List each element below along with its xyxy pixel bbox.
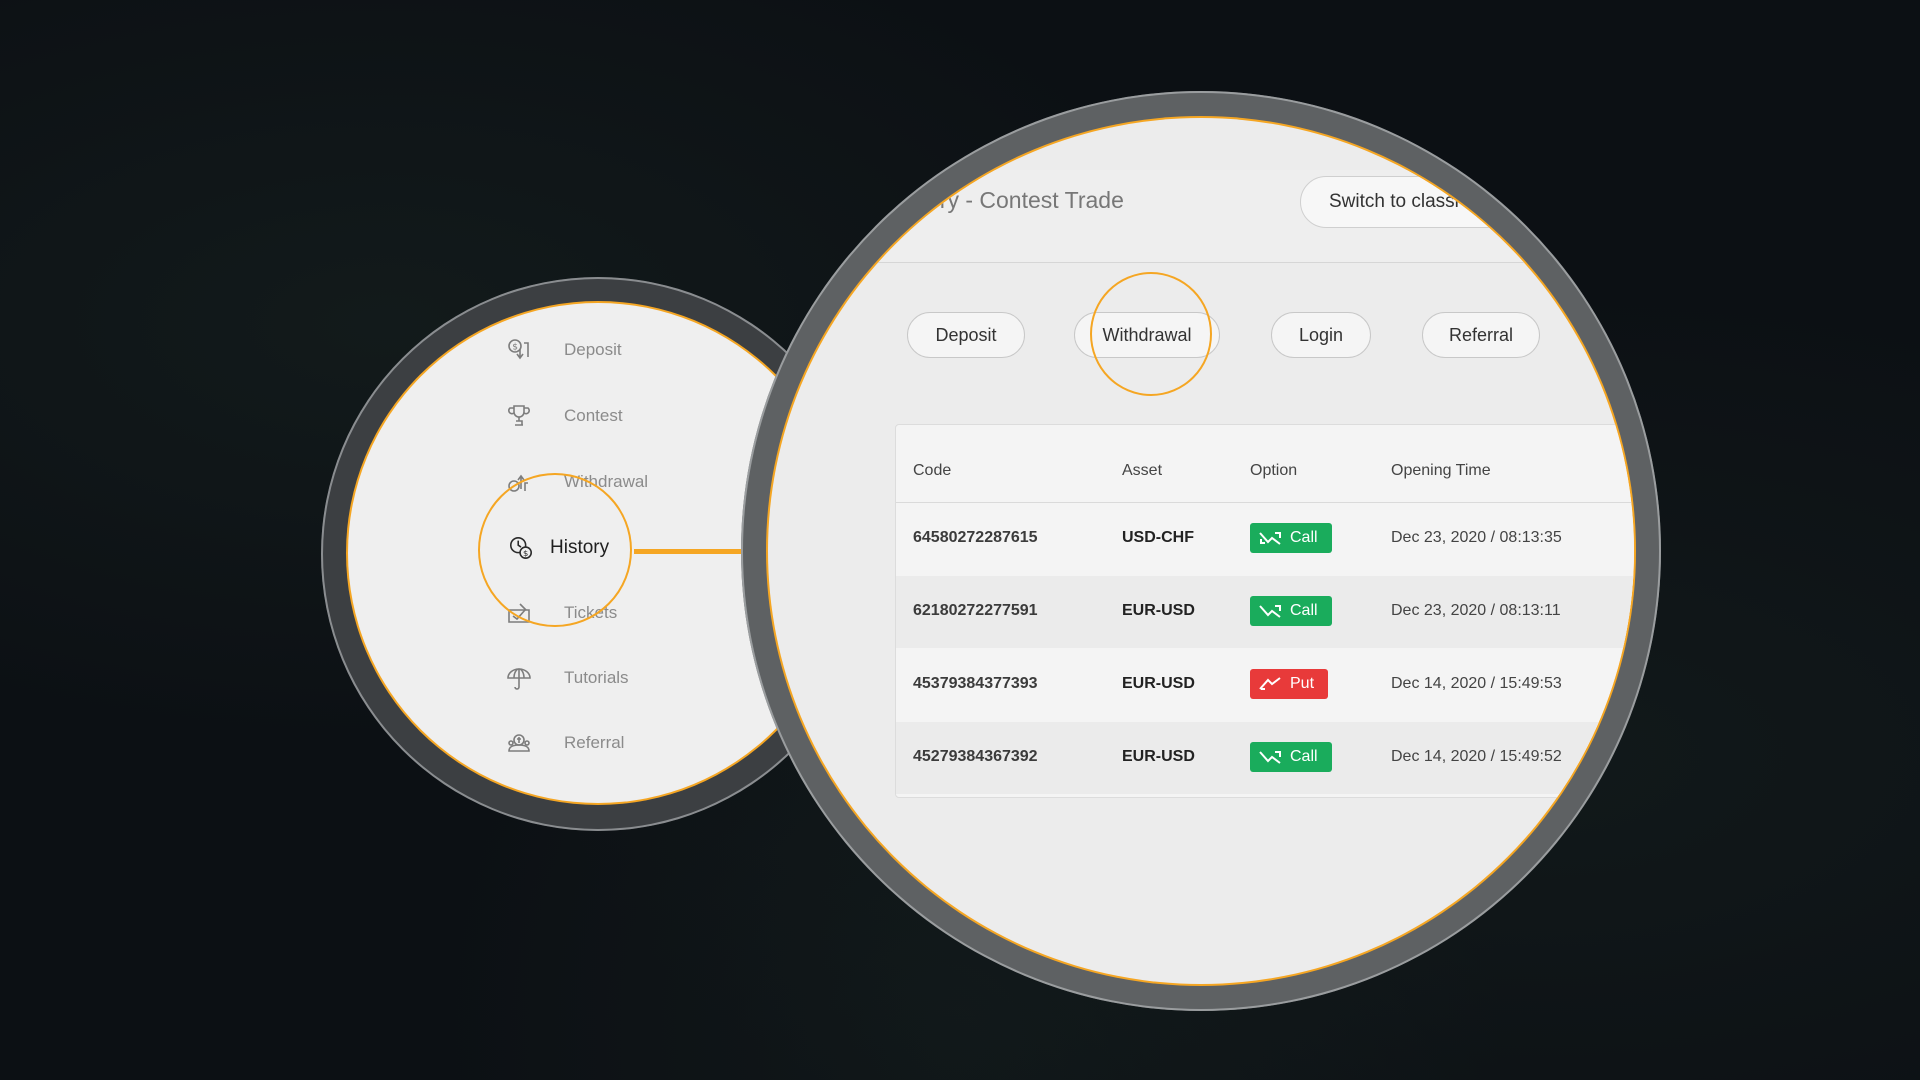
withdrawal-highlight-ring — [1090, 272, 1212, 396]
column-header-code: Code — [913, 462, 952, 479]
switch-to-classic-button[interactable]: Switch to classi — [1300, 176, 1540, 228]
trend-up-icon — [1259, 605, 1281, 618]
row-code: 64580272287615 — [913, 529, 1038, 546]
row-opening-time: Dec 14, 2020 / 15:49:52 — [1391, 748, 1562, 765]
row-asset: EUR-USD — [1122, 602, 1195, 619]
column-header-option: Option — [1250, 462, 1298, 479]
referral-icon — [506, 730, 532, 756]
filter-referral-button[interactable]: Referral — [1422, 312, 1540, 358]
call-badge: Call — [1250, 596, 1332, 626]
sidebar-item-label: Referral — [564, 733, 625, 752]
row-code: 62180272277591 — [913, 602, 1038, 619]
row-asset: EUR-USD — [1122, 675, 1195, 692]
trend-up-icon — [1259, 532, 1281, 545]
call-badge: Call — [1250, 742, 1332, 772]
column-header-opening-time: Opening Time — [1391, 462, 1491, 479]
filter-deposit-button[interactable]: Deposit — [907, 312, 1025, 358]
row-asset: USD-CHF — [1122, 529, 1194, 546]
row-opening-time: Dec 14, 2020 / 15:49:53 — [1391, 675, 1562, 692]
filter-login-button[interactable]: Login — [1271, 312, 1371, 358]
umbrella-icon — [506, 665, 532, 691]
sidebar-item-referral[interactable]: Referral — [506, 723, 624, 763]
deposit-icon: $ — [506, 337, 532, 363]
sidebar-item-deposit[interactable]: $ Deposit — [506, 330, 622, 370]
sidebar-item-tutorials[interactable]: Tutorials — [506, 658, 629, 698]
row-opening-time: Dec 23, 2020 / 08:13:35 — [1391, 529, 1562, 546]
sidebar-item-label: Deposit — [564, 340, 622, 359]
call-badge: Call — [1250, 523, 1332, 553]
history-magnifier: ory - Contest Trade Switch to classi Dep… — [768, 118, 1634, 984]
sidebar-item-label: Tutorials — [564, 668, 629, 687]
trend-up-icon — [1259, 751, 1281, 764]
history-highlight-ring — [478, 473, 632, 627]
column-header-asset: Asset — [1122, 462, 1163, 479]
put-badge: Put — [1250, 669, 1328, 699]
page-title: ory - Contest Trade — [927, 187, 1124, 213]
trophy-icon — [506, 403, 532, 429]
row-code: 45379384377393 — [913, 675, 1038, 692]
svg-text:$: $ — [512, 343, 518, 353]
sidebar-item-label: Contest — [564, 406, 623, 425]
row-opening-time: Dec 23, 2020 / 08:13:11 — [1391, 602, 1561, 619]
row-code: 45279384367392 — [913, 748, 1038, 765]
row-asset: EUR-USD — [1122, 748, 1195, 765]
sidebar-item-contest[interactable]: Contest — [506, 396, 623, 436]
trend-down-icon — [1259, 677, 1281, 690]
